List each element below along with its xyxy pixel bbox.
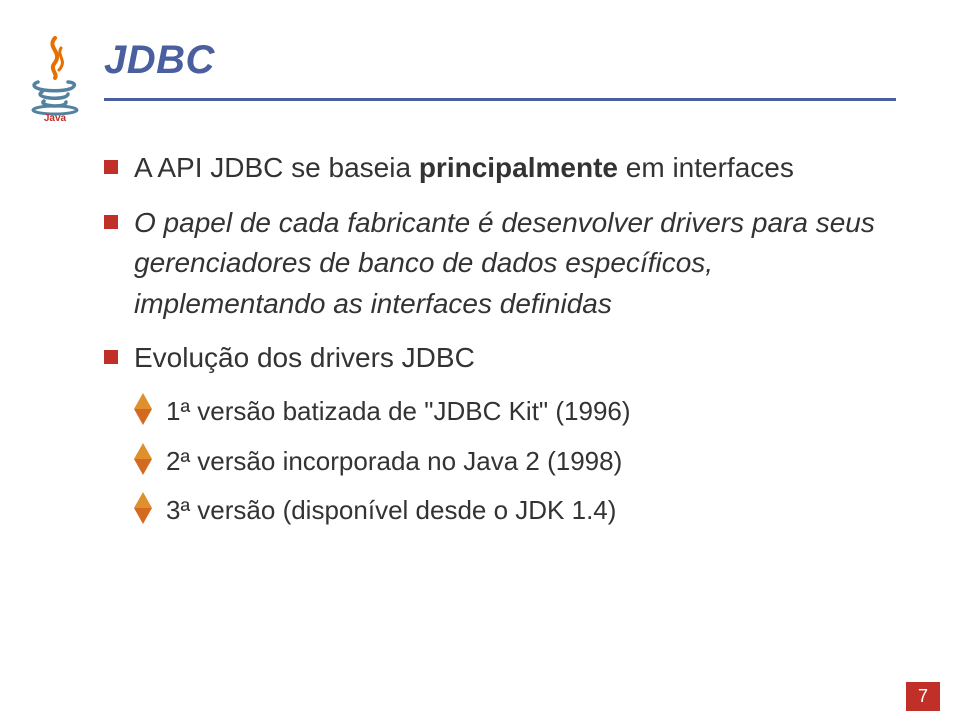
slide-title: JDBC [104,38,215,82]
slide: Java JDBC A API JDBC se baseia principal… [0,0,960,727]
sub-bullet-1: 1ª versão batizada de "JDBC Kit" (1996) [134,393,884,431]
bullet-1-suffix: em interfaces [618,152,794,183]
sub-bullet-2: 2ª versão incorporada no Java 2 (1998) [134,443,884,481]
java-logo-text: Java [44,113,67,122]
sub-bullet-2-text: 2ª versão incorporada no Java 2 (1998) [166,446,622,476]
page-number: 7 [906,682,940,711]
bullet-2-text: O papel de cada fabricante é desenvolver… [134,207,875,319]
title-rule [104,98,896,101]
bullet-1-prefix: A API JDBC se baseia [134,152,419,183]
java-logo-icon: Java [24,34,86,122]
bullet-3: Evolução dos drivers JDBC [104,338,884,379]
title-block: JDBC [104,38,215,83]
content-area: A API JDBC se baseia principalmente em i… [104,148,884,542]
sub-bullet-1-text: 1ª versão batizada de "JDBC Kit" (1996) [166,396,631,426]
bullet-3-text: Evolução dos drivers JDBC [134,342,475,373]
bullet-2: O papel de cada fabricante é desenvolver… [104,203,884,325]
bullet-1-emph: principalmente [419,152,618,183]
sub-bullet-3: 3ª versão (disponível desde o JDK 1.4) [134,492,884,530]
bullet-1: A API JDBC se baseia principalmente em i… [104,148,884,189]
sub-bullet-3-text: 3ª versão (disponível desde o JDK 1.4) [166,495,616,525]
